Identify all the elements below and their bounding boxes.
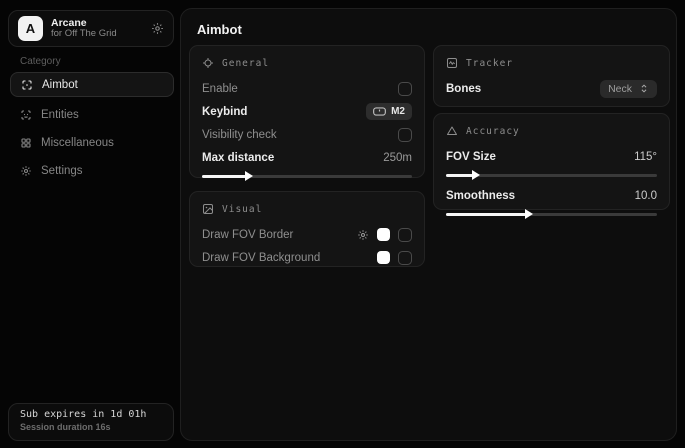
sidebar-item-entities[interactable]: Entities xyxy=(10,102,174,127)
bones-value: Neck xyxy=(608,83,632,95)
visibility-checkbox[interactable] xyxy=(398,128,412,142)
bones-row: Bones Neck xyxy=(446,78,657,99)
tracker-card: Tracker Bones Neck xyxy=(433,45,670,107)
card-title: Accuracy xyxy=(466,126,520,137)
slider-thumb[interactable] xyxy=(525,209,533,219)
slider-thumb[interactable] xyxy=(245,171,253,181)
bones-select[interactable]: Neck xyxy=(600,80,657,98)
triangle-icon xyxy=(446,125,458,137)
main-panel: Aimbot General Enable Keybind xyxy=(180,8,677,441)
keybind-button[interactable]: M2 xyxy=(366,103,412,120)
app-header-card: A Arcane for Off The Grid xyxy=(8,10,174,47)
draw-fov-border-row: Draw FOV Border xyxy=(202,224,412,245)
crosshair-scan-icon xyxy=(21,79,33,91)
page-title: Aimbot xyxy=(197,22,242,37)
chevrons-up-down-icon xyxy=(639,83,649,94)
slider-thumb[interactable] xyxy=(472,170,480,180)
grid-icon xyxy=(20,137,32,149)
max-distance-row: Max distance 250m xyxy=(202,147,412,168)
enable-row: Enable xyxy=(202,78,412,99)
fov-background-color-swatch[interactable] xyxy=(377,251,390,264)
sidebar-item-label: Miscellaneous xyxy=(41,137,114,149)
category-label: Category xyxy=(20,56,61,67)
gear-icon[interactable] xyxy=(357,229,369,241)
fov-background-checkbox[interactable] xyxy=(398,251,412,265)
accuracy-card: Accuracy FOV Size 115° Smoothness 10.0 xyxy=(433,113,670,210)
general-card: General Enable Keybind M2 xyxy=(189,45,425,178)
keybind-row: Keybind M2 xyxy=(202,101,412,122)
card-title: General xyxy=(222,58,269,69)
fov-border-color-swatch[interactable] xyxy=(377,228,390,241)
gear-icon[interactable] xyxy=(151,22,164,35)
fov-size-row: FOV Size 115° xyxy=(446,146,657,167)
card-title: Visual xyxy=(222,204,262,215)
subscription-card: Sub expires in 1d 01h Session duration 1… xyxy=(8,403,174,441)
session-duration-text: Session duration 16s xyxy=(20,422,162,432)
draw-fov-background-row: Draw FOV Background xyxy=(202,247,412,268)
max-distance-slider[interactable] xyxy=(202,175,412,178)
max-distance-value: 250m xyxy=(383,152,412,164)
gear-icon xyxy=(20,165,32,177)
sidebar-item-label: Settings xyxy=(41,165,83,177)
app-logo: A xyxy=(18,16,43,41)
smoothness-slider[interactable] xyxy=(446,213,657,216)
activity-icon xyxy=(446,57,458,69)
fov-size-slider[interactable] xyxy=(446,174,657,177)
fov-border-checkbox[interactable] xyxy=(398,228,412,242)
mouse-icon xyxy=(373,107,386,116)
card-title: Tracker xyxy=(466,58,513,69)
visual-card: Visual Draw FOV Border Draw FOV Back xyxy=(189,191,425,267)
crosshair-icon xyxy=(202,57,214,69)
image-icon xyxy=(202,203,214,215)
sub-expiry-text: Sub expires in 1d 01h xyxy=(20,409,162,420)
sidebar-item-label: Entities xyxy=(41,109,79,121)
fov-size-value: 115° xyxy=(634,151,657,163)
visibility-check-row: Visibility check xyxy=(202,124,412,145)
enable-checkbox[interactable] xyxy=(398,82,412,96)
sidebar-item-settings[interactable]: Settings xyxy=(10,158,174,183)
smoothness-value: 10.0 xyxy=(635,190,657,202)
sidebar-item-miscellaneous[interactable]: Miscellaneous xyxy=(10,130,174,155)
sidebar: A Arcane for Off The Grid Category Aimbo xyxy=(0,0,180,448)
entities-icon xyxy=(20,109,32,121)
sidebar-item-label: Aimbot xyxy=(42,79,78,91)
smoothness-row: Smoothness 10.0 xyxy=(446,185,657,206)
app-window: A Arcane for Off The Grid Category Aimbo xyxy=(0,0,685,448)
sidebar-item-aimbot[interactable]: Aimbot xyxy=(10,72,174,97)
keybind-value: M2 xyxy=(391,106,405,117)
app-subtitle: for Off The Grid xyxy=(51,29,143,40)
